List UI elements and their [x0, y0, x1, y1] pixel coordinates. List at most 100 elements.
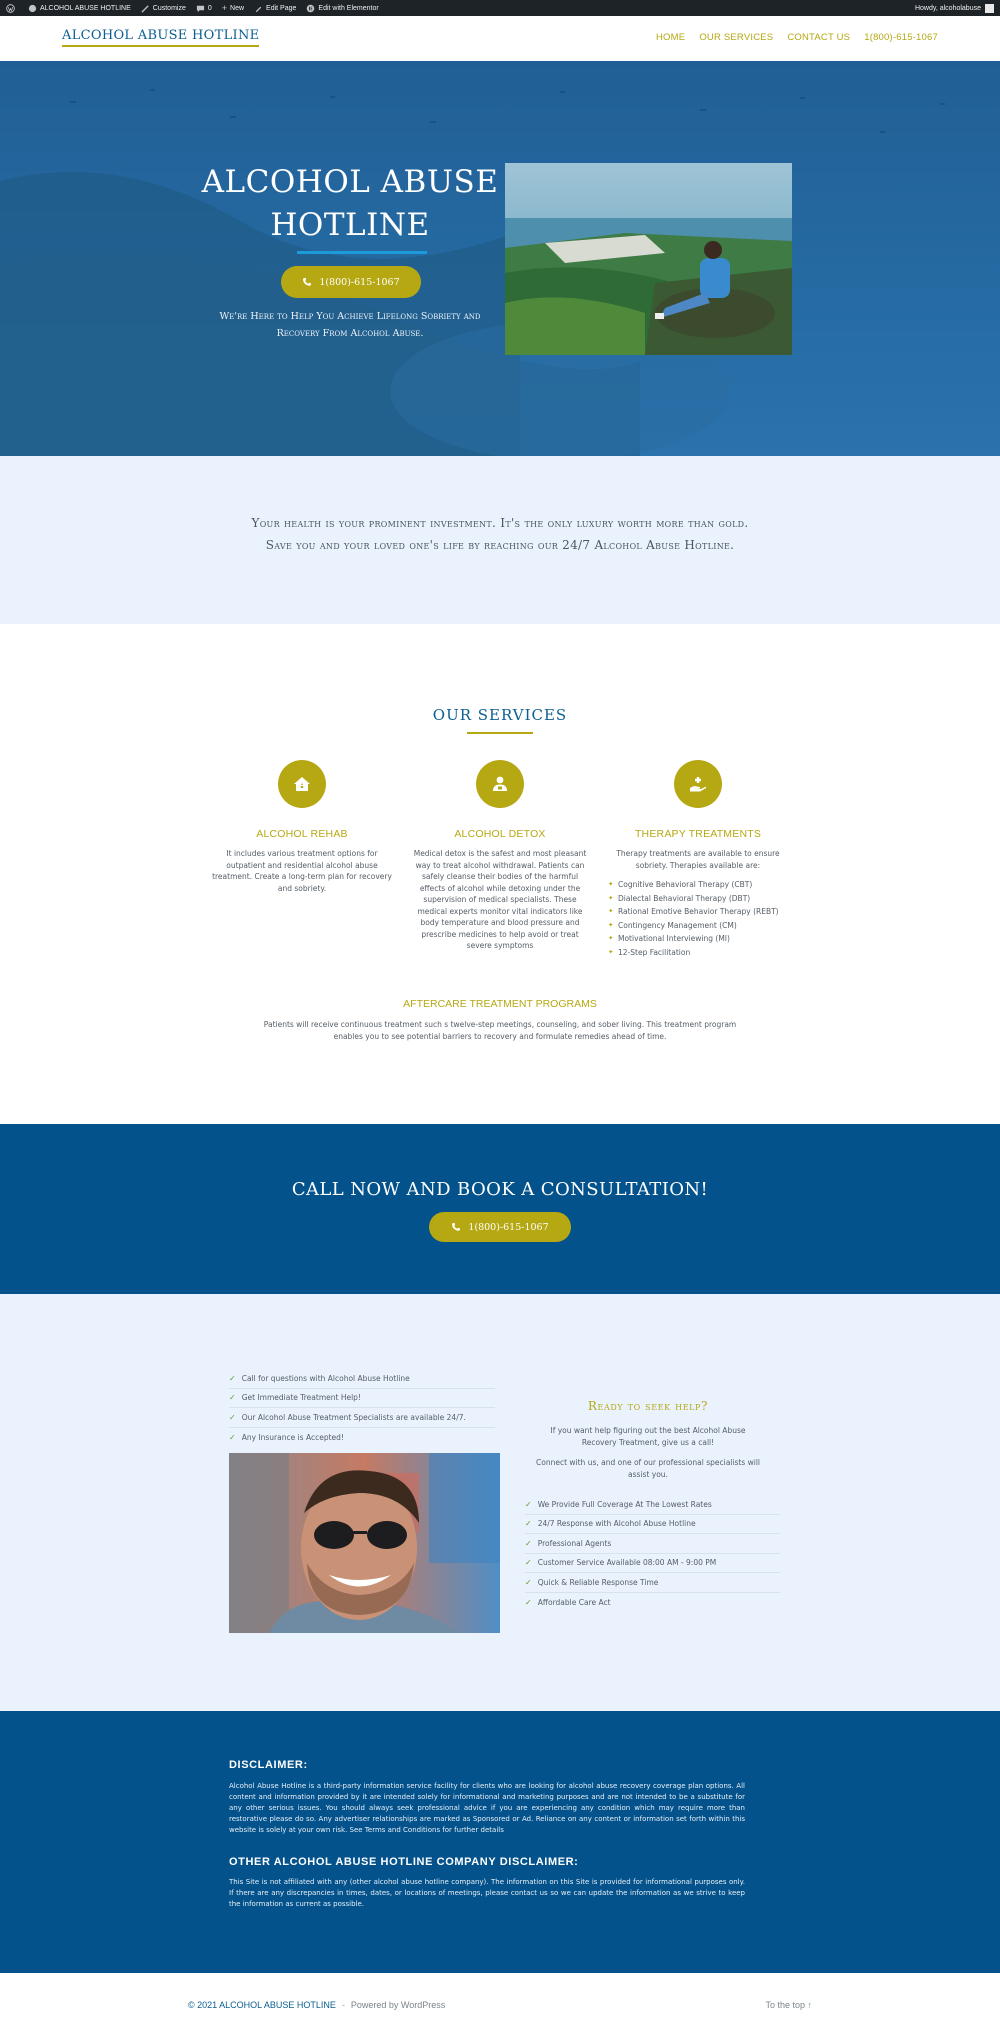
smiling-man-photo — [229, 1453, 500, 1633]
check-icon: ✓ — [525, 1538, 532, 1548]
help-paragraph-1: If you want help figuring out the best A… — [550, 1426, 746, 1447]
footer-copyright[interactable]: © 2021 ALCOHOL ABUSE HOTLINE — [188, 2000, 336, 2010]
list-item: Cognitive Behavioral Therapy (CBT) — [608, 879, 788, 891]
powered-by-link[interactable]: Powered by WordPress — [351, 2000, 445, 2010]
check-icon: ✓ — [525, 1597, 532, 1607]
site-header: ALCOHOL ABUSE HOTLINE HOME OUR SERVICES … — [0, 16, 1000, 61]
elementor-icon — [307, 4, 315, 12]
list-item-label: Customer Service Available 08:00 AM - 9:… — [537, 1558, 717, 1568]
list-item: ✓ Get Immediate Treatment Help! — [229, 1389, 495, 1408]
list-item-label: Quick & Reliable Response Time — [537, 1577, 659, 1587]
list-item: ✓ Customer Service Available 08:00 AM - 9… — [525, 1554, 780, 1573]
hero-title: Alcohol Abuse Hotline — [200, 161, 500, 247]
admin-comments-count: 0 — [207, 4, 212, 12]
nav-home[interactable]: HOME — [656, 32, 685, 43]
admin-comments[interactable]: 0 — [196, 4, 212, 13]
list-item: ✓ We Provide Full Coverage At The Lowest … — [525, 1495, 780, 1515]
hand-care-icon — [674, 760, 722, 808]
list-item: ✓ Affordable Care Act — [525, 1593, 780, 1613]
list-item-label: We Provide Full Coverage At The Lowest R… — [537, 1499, 712, 1509]
aftercare-body: Patients will receive continuous treatme… — [263, 1020, 737, 1041]
comment-icon — [196, 5, 204, 12]
to-the-top-link[interactable]: To the top ↑ — [765, 2000, 812, 2010]
quote-line2: Save you and your loved one's life by re… — [265, 538, 735, 552]
nav-phone[interactable]: 1(800)-615-1067 — [864, 32, 938, 43]
admin-edit-page-label: Edit Page — [266, 4, 297, 12]
hero-photo — [505, 163, 792, 355]
check-icon: ✓ — [229, 1432, 236, 1442]
wordpress-logo-icon[interactable] — [6, 3, 18, 13]
cta-title: CALL NOW AND BOOK A CONSULTATION! — [291, 1179, 709, 1200]
list-item: Rational Emotive Behavior Therapy (REBT) — [608, 906, 788, 918]
list-item: Motivational Interviewing (MI) — [608, 933, 788, 945]
service-body: Therapy treatments are available to ensu… — [616, 849, 780, 870]
footer-credits: © 2021 ALCOHOL ABUSE HOTLINE - Powered by … — [188, 2000, 445, 2010]
list-item: Contingency Management (CM) — [608, 920, 788, 932]
check-icon: ✓ — [525, 1577, 532, 1587]
avatar — [985, 3, 994, 13]
hero-phone-button[interactable]: 1(800)-615-1067 — [281, 266, 421, 298]
list-item-label: Call for questions with Alcohol Abuse Ho… — [241, 1373, 410, 1383]
quote-section: Your health is your prominent investment… — [0, 456, 1000, 624]
admin-customize-label: Customize — [152, 4, 186, 12]
list-item-label: 24/7 Response with Alcohol Abuse Hotline — [537, 1519, 696, 1529]
check-icon: ✓ — [525, 1499, 532, 1509]
admin-account[interactable]: Howdy, alcoholabuse — [914, 3, 994, 13]
check-icon: ✓ — [229, 1412, 236, 1422]
hero-background-image — [0, 61, 1000, 456]
service-body: It includes various treatment options fo… — [212, 849, 392, 893]
service-therapy-treatments: THERAPY TREATMENTS Therapy treatments ar… — [608, 760, 788, 960]
admin-site-name-label: ALCOHOL ABUSE HOTLINE — [40, 4, 131, 12]
admin-site-name[interactable]: ALCOHOL ABUSE HOTLINE — [28, 4, 131, 13]
site-footer: © 2021 ALCOHOL ABUSE HOTLINE - Powered by … — [0, 1973, 1000, 2033]
nav-contact-us[interactable]: CONTACT US — [787, 32, 850, 43]
list-item: ✓ Professional Agents — [525, 1534, 780, 1554]
list-item: Dialectal Behavioral Therapy (DBT) — [608, 893, 788, 905]
admin-new-label: New — [230, 4, 245, 12]
disclaimer-section: DISCLAIMER: Alcohol Abuse Hotline is a t… — [0, 1711, 1000, 1973]
admin-edit-elementor[interactable]: Edit with Elementor — [306, 4, 379, 13]
service-body: Medical detox is the safest and most ple… — [413, 849, 587, 950]
services-section: OUR SERVICES ALCOHOL REHAB It includes v… — [0, 624, 1000, 1124]
list-item: ✓ Any Insurance is Accepted! — [229, 1428, 495, 1448]
check-icon: ✓ — [229, 1373, 236, 1383]
other-disclaimer-body: This Site is not affiliated with any (ot… — [229, 1878, 745, 1908]
service-alcohol-detox: ALCOHOL DETOX Medical detox is the safes… — [410, 760, 590, 952]
admin-new[interactable]: + New — [222, 3, 244, 13]
phone-icon — [452, 1223, 461, 1231]
footer-separator: - — [341, 2000, 345, 2010]
nav-our-services[interactable]: OUR SERVICES — [699, 32, 773, 43]
help-paragraph-2: Connect with us, and one of our professi… — [536, 1458, 760, 1479]
hero-tagline-line2: Recovery From Alcohol Abuse. — [276, 328, 424, 339]
therapy-list: Cognitive Behavioral Therapy (CBT) Diale… — [608, 879, 788, 958]
site-logo[interactable]: ALCOHOL ABUSE HOTLINE — [62, 28, 260, 47]
list-item-label: Our Alcohol Abuse Treatment Specialists … — [241, 1412, 466, 1422]
admin-customize[interactable]: Customize — [141, 4, 186, 13]
hero-phone-button-label: 1(800)-615-1067 — [319, 276, 400, 288]
service-alcohol-rehab: ALCOHOL REHAB It includes various treatm… — [212, 760, 392, 894]
service-title: THERAPY TREATMENTS — [634, 828, 762, 840]
admin-edit-page[interactable]: Edit Page — [254, 4, 296, 13]
list-item: ✓ 24/7 Response with Alcohol Abuse Hotlin… — [525, 1515, 780, 1534]
admin-howdy-label: Howdy, alcoholabuse — [914, 4, 981, 12]
list-item: 12-Step Facilitation — [608, 947, 788, 959]
dashboard-icon — [28, 4, 37, 12]
services-title: OUR SERVICES — [432, 706, 568, 724]
cta-section: CALL NOW AND BOOK A CONSULTATION! 1(800)… — [0, 1124, 1000, 1294]
plus-icon: + — [221, 3, 228, 13]
hero-tagline: We're Here to Help You Achieve Lifelong … — [200, 308, 500, 342]
house-icon — [278, 760, 326, 808]
main-nav: HOME OUR SERVICES CONTACT US 1(800)-615-… — [656, 32, 938, 43]
list-item-label: Get Immediate Treatment Help! — [241, 1393, 361, 1403]
service-title: ALCOHOL DETOX — [454, 828, 546, 840]
list-item-label: Any Insurance is Accepted! — [241, 1432, 344, 1442]
admin-edit-elementor-label: Edit with Elementor — [318, 4, 379, 12]
hero-section: Alcohol Abuse Hotline 1(800)-615-1067 We… — [0, 61, 1000, 456]
list-item: ✓ Quick & Reliable Response Time — [525, 1573, 780, 1593]
benefits-list-left: ✓ Call for questions with Alcohol Abuse H… — [229, 1369, 495, 1447]
help-section: ✓ Call for questions with Alcohol Abuse H… — [0, 1294, 1000, 1711]
help-title: Ready to seek help? — [587, 1399, 709, 1413]
cta-phone-button[interactable]: 1(800)-615-1067 — [429, 1212, 571, 1242]
check-icon: ✓ — [525, 1519, 532, 1529]
list-item-label: Affordable Care Act — [537, 1597, 611, 1607]
